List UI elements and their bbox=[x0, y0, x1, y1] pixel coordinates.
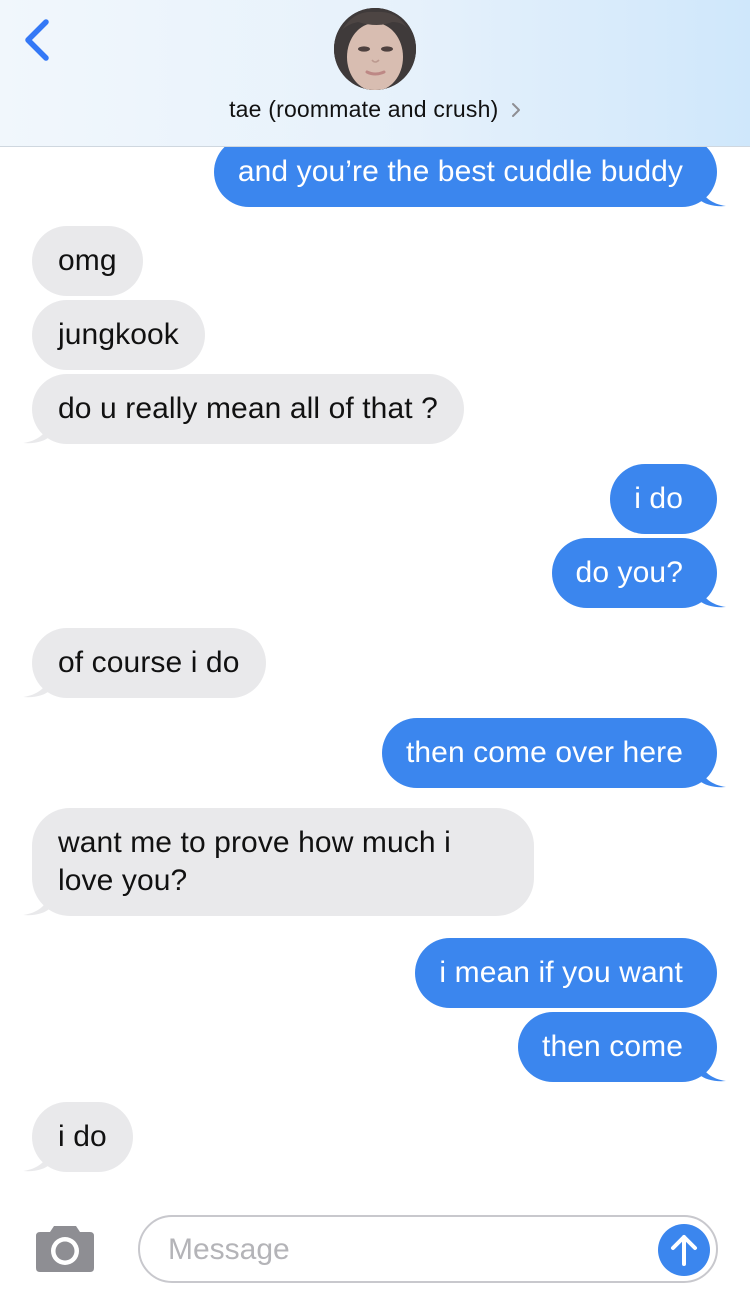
camera-button[interactable] bbox=[34, 1222, 96, 1274]
conversation-header: tae (roommate and crush) bbox=[0, 0, 750, 147]
chevron-left-icon bbox=[25, 19, 49, 61]
avatar[interactable] bbox=[334, 8, 416, 90]
bubble-tail bbox=[23, 1150, 49, 1172]
messages-screen: tae (roommate and crush) and you’re the … bbox=[0, 0, 750, 1294]
message-text: do you? bbox=[575, 556, 683, 589]
message-bubble-sent[interactable]: i mean if you want bbox=[415, 938, 717, 1008]
arrow-up-icon bbox=[671, 1235, 697, 1266]
bubble-tail bbox=[700, 185, 726, 207]
contact-name: tae (roommate and crush) bbox=[229, 96, 499, 122]
message-text: omg bbox=[58, 244, 117, 277]
message-text: then come bbox=[542, 1030, 683, 1063]
message-text: i do bbox=[58, 1120, 107, 1153]
bubble-tail bbox=[700, 586, 726, 608]
message-input-container bbox=[138, 1215, 718, 1283]
back-button[interactable] bbox=[16, 14, 60, 70]
message-bubble-sent[interactable]: then come bbox=[518, 1012, 726, 1082]
bubble-tail bbox=[23, 894, 49, 916]
contact-name-button[interactable]: tae (roommate and crush) bbox=[0, 96, 750, 126]
message-text: jungkook bbox=[58, 318, 179, 351]
message-text: i mean if you want bbox=[439, 956, 683, 989]
bubble-tail bbox=[23, 676, 49, 698]
message-text: and you’re the best cuddle buddy bbox=[237, 155, 683, 188]
camera-icon bbox=[36, 1226, 94, 1272]
bubble-tail bbox=[700, 1060, 726, 1082]
message-bubble-sent[interactable]: then come over here bbox=[381, 718, 726, 788]
message-bubble-sent[interactable]: i do bbox=[610, 464, 717, 534]
message-text: of course i do bbox=[58, 646, 240, 679]
message-bubble-received[interactable]: i do bbox=[23, 1102, 133, 1172]
message-text: do u really mean all of that ? bbox=[58, 392, 438, 425]
message-bubble-received[interactable]: jungkook bbox=[32, 300, 205, 370]
bubble-tail bbox=[23, 422, 49, 444]
message-bubble-received[interactable]: omg bbox=[32, 226, 143, 296]
send-button[interactable] bbox=[658, 1224, 710, 1276]
message-text: want me to prove how much i love you? bbox=[58, 826, 451, 897]
message-input[interactable] bbox=[166, 1229, 640, 1271]
message-bubble-received[interactable]: do u really mean all of that ? bbox=[23, 374, 464, 444]
bubble-tail bbox=[700, 766, 726, 788]
message-text: i do bbox=[634, 482, 683, 515]
message-text: then come over here bbox=[405, 736, 683, 769]
contact-avatar-photo bbox=[334, 8, 416, 90]
message-bubble-received[interactable]: want me to prove how much i love you? bbox=[23, 808, 534, 916]
chevron-right-icon bbox=[511, 102, 520, 117]
message-bubble-received[interactable]: of course i do bbox=[23, 628, 266, 698]
message-bubble-sent[interactable]: and you’re the best cuddle buddy bbox=[213, 137, 726, 207]
message-bubble-sent[interactable]: do you? bbox=[551, 538, 726, 608]
